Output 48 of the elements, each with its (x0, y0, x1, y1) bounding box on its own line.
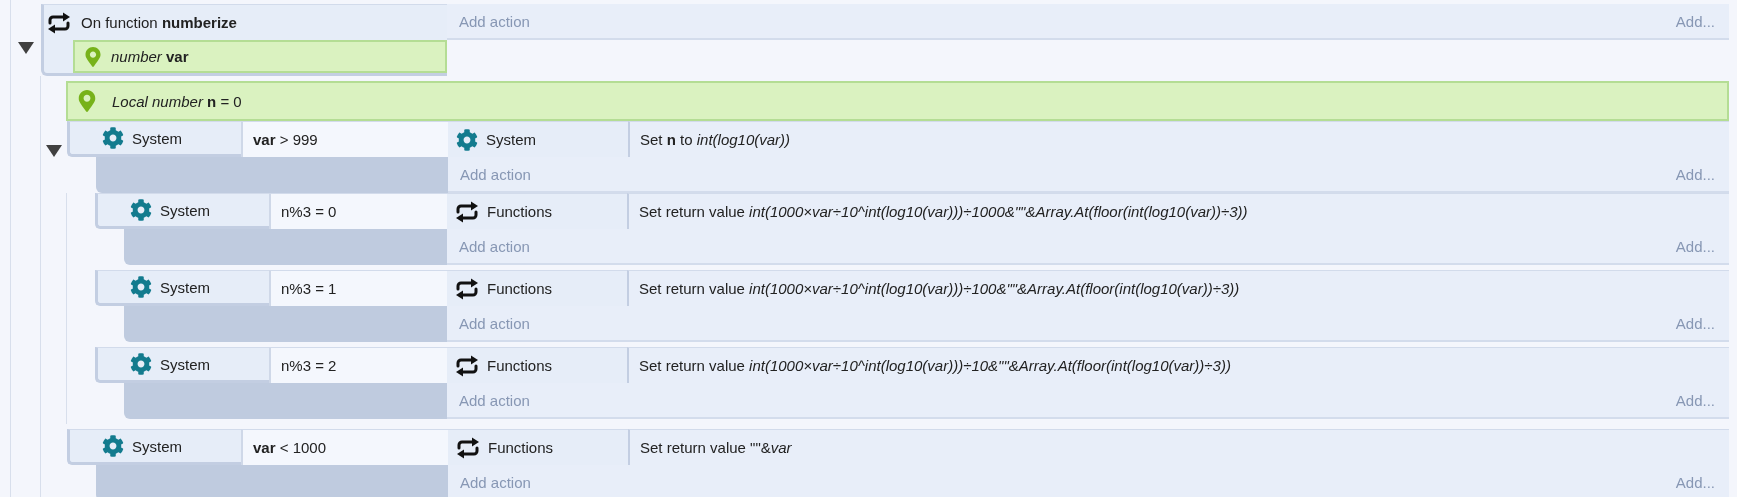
object-name: Functions (487, 357, 553, 374)
object-name: Functions (487, 280, 553, 297)
action-text[interactable]: Set n to int(log10(var)) (628, 121, 1729, 157)
condition-object-cell[interactable]: System (67, 121, 241, 157)
pin-icon (83, 46, 103, 67)
action-text[interactable]: Set return value ""&var (628, 429, 1729, 465)
action-text[interactable]: Set return value int(1000×var÷10^int(log10(var)))÷1000&""&Array.At(floor(int(log10(var))÷3)) (627, 193, 1729, 229)
repeat-arrows-icon (455, 200, 479, 223)
local-variable-text: Local number n = 0 (112, 92, 242, 110)
object-name: System (132, 437, 182, 455)
object-name: Functions (487, 203, 553, 220)
parameter-text: number var (111, 48, 189, 65)
function-title: On function numberize (81, 14, 237, 31)
object-name: System (160, 355, 210, 373)
condition-expression[interactable]: n%3 = 2 (269, 347, 447, 383)
condition-expression[interactable]: n%3 = 0 (269, 193, 447, 229)
condition-object-cell[interactable]: System (67, 429, 241, 465)
gear-icon (130, 276, 152, 298)
gear-icon (130, 353, 152, 375)
object-name: System (160, 201, 210, 219)
local-variable-row[interactable]: Local number n = 0 (66, 81, 1729, 121)
gear-icon (102, 127, 124, 149)
action-object-cell[interactable]: System (448, 121, 628, 157)
repeat-arrows-icon (456, 436, 480, 459)
repeat-arrows-icon (47, 11, 71, 34)
action-object-cell[interactable]: Functions (448, 429, 628, 465)
condition-object-cell[interactable]: System (95, 270, 269, 306)
gear-icon (102, 435, 124, 457)
object-name: System (132, 129, 182, 147)
condition-expression[interactable]: n%3 = 1 (269, 270, 447, 306)
action-text[interactable]: Set return value int(1000×var÷10^int(log10(var)))÷100&""&Array.At(floor(int(log10(var))÷3)) (627, 270, 1729, 306)
parameter-row[interactable]: number var (73, 40, 447, 73)
repeat-arrows-icon (455, 354, 479, 377)
action-object-cell[interactable]: Functions (447, 193, 627, 229)
action-object-cell[interactable]: Functions (447, 347, 627, 383)
object-name: System (486, 131, 536, 148)
object-name: Functions (488, 439, 554, 456)
condition-object-cell[interactable]: System (95, 193, 269, 229)
pin-icon (76, 90, 98, 112)
repeat-arrows-icon (455, 277, 479, 300)
condition-expression[interactable]: var < 1000 (241, 429, 448, 465)
gear-icon (456, 128, 478, 151)
object-name: System (160, 278, 210, 296)
action-object-cell[interactable]: Functions (447, 270, 627, 306)
condition-expression[interactable]: var > 999 (241, 121, 448, 157)
gear-icon (130, 199, 152, 221)
condition-object-cell[interactable]: System (95, 347, 269, 383)
action-text[interactable]: Set return value int(1000×var÷10^int(log10(var)))÷10&""&Array.At(floor(int(log10(var))÷3)) (627, 347, 1729, 383)
